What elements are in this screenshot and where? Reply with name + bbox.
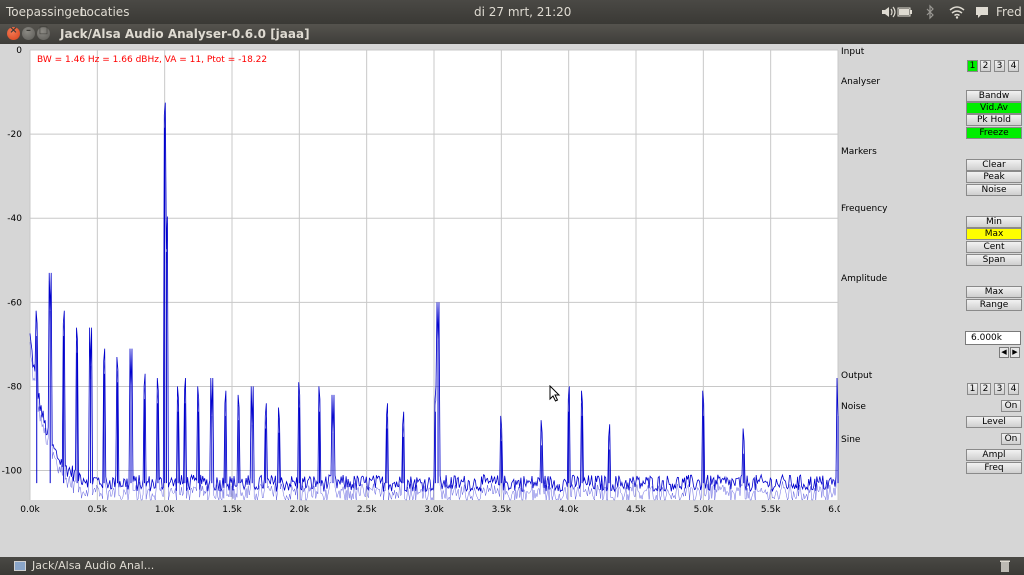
- input-channel-2[interactable]: 2: [980, 60, 991, 72]
- close-icon: ×: [9, 25, 18, 36]
- taskbar-item-label: Jack/Alsa Audio Anal...: [32, 559, 155, 572]
- spectrum-plot[interactable]: 0 -20 -40 -60 -80 -100 0.0k 0.5k 1.0k 1.5k 2.0k 2.…: [0, 44, 840, 557]
- markers-peak-button[interactable]: Peak: [966, 171, 1022, 183]
- x-tick-label: 6.0k: [828, 505, 840, 515]
- arrow-left-icon: ◀: [1001, 348, 1007, 356]
- maximize-window-button[interactable]: □: [37, 25, 50, 40]
- trash-icon[interactable]: [998, 559, 1012, 573]
- arrow-right-icon: ▶: [1012, 348, 1018, 356]
- section-noise: Noise: [841, 402, 866, 412]
- output-channel-1[interactable]: 1: [967, 383, 978, 395]
- section-sine: Sine: [841, 435, 861, 445]
- clock[interactable]: di 27 mrt, 21:20: [474, 5, 571, 19]
- x-tick-label: 1.5k: [222, 505, 242, 515]
- mouse-pointer-icon: [549, 385, 561, 402]
- window-title: Jack/Alsa Audio Analyser-0.6.0 [jaaa]: [60, 27, 310, 41]
- window-titlebar[interactable]: × – □ Jack/Alsa Audio Analyser-0.6.0 [ja…: [0, 24, 1024, 44]
- section-analyser: Analyser: [841, 77, 881, 87]
- peak-hold-button[interactable]: Pk Hold: [966, 114, 1022, 126]
- y-axis-ticks: 0 -20 -40 -60 -80 -100: [2, 46, 23, 477]
- frequency-span-button[interactable]: Span: [966, 254, 1022, 266]
- video-average-button[interactable]: Vid.Av: [966, 102, 1022, 114]
- section-markers: Markers: [841, 147, 877, 157]
- value-input[interactable]: 6.000k: [965, 331, 1021, 345]
- increase-arrow-button[interactable]: ▶: [1010, 347, 1020, 358]
- taskbar: Jack/Alsa Audio Anal...: [0, 557, 1024, 575]
- close-window-button[interactable]: ×: [7, 25, 20, 40]
- user-name[interactable]: Fred: [996, 5, 1022, 19]
- x-tick-label: 3.5k: [492, 505, 512, 515]
- output-channel-4[interactable]: 4: [1008, 383, 1019, 395]
- menu-applications[interactable]: Toepassingen: [6, 5, 87, 19]
- section-input: Input: [841, 47, 865, 57]
- frequency-min-button[interactable]: Min: [966, 216, 1022, 228]
- amplitude-max-button[interactable]: Max: [966, 286, 1022, 298]
- input-channel-1[interactable]: 1: [967, 60, 978, 72]
- measurement-info: BW = 1.46 Hz = 1.66 dBHz, VA = 11, Ptot …: [37, 55, 267, 65]
- y-tick-label: 0: [16, 46, 22, 56]
- minimize-window-button[interactable]: –: [22, 25, 35, 40]
- amplitude-range-button[interactable]: Range: [966, 299, 1022, 311]
- y-tick-label: -80: [7, 382, 22, 392]
- x-tick-label: 5.0k: [694, 505, 714, 515]
- volume-icon[interactable]: [880, 4, 896, 20]
- x-tick-label: 0.0k: [20, 505, 40, 515]
- x-axis-ticks: 0.0k 0.5k 1.0k 1.5k 2.0k 2.5k 3.0k 3.5k 4.0k 4.5k…: [20, 505, 840, 515]
- bluetooth-icon[interactable]: [922, 4, 938, 20]
- window-icon: [14, 561, 26, 571]
- x-tick-label: 4.5k: [626, 505, 646, 515]
- battery-icon[interactable]: [897, 4, 913, 20]
- x-tick-label: 2.5k: [357, 505, 377, 515]
- y-tick-label: -60: [7, 298, 22, 308]
- sine-amplitude-button[interactable]: Ampl: [966, 449, 1022, 461]
- wifi-icon[interactable]: [949, 4, 965, 20]
- chat-bubble-icon[interactable]: [974, 4, 990, 20]
- decrease-arrow-button[interactable]: ◀: [999, 347, 1009, 358]
- markers-clear-button[interactable]: Clear: [966, 159, 1022, 171]
- top-panel: Toepassingen Locaties di 27 mrt, 21:20 F…: [0, 0, 1024, 24]
- x-tick-label: 3.0k: [424, 505, 444, 515]
- y-tick-label: -40: [7, 214, 22, 224]
- x-tick-label: 2.0k: [290, 505, 310, 515]
- noise-on-toggle[interactable]: On: [1001, 400, 1021, 412]
- freeze-button[interactable]: Freeze: [966, 127, 1022, 139]
- output-channel-3[interactable]: 3: [994, 383, 1005, 395]
- frequency-max-button[interactable]: Max: [966, 228, 1022, 240]
- x-tick-label: 1.0k: [155, 505, 175, 515]
- bandwidth-button[interactable]: Bandw: [966, 90, 1022, 102]
- maximize-icon: □: [38, 25, 49, 36]
- input-channel-3[interactable]: 3: [994, 60, 1005, 72]
- section-frequency: Frequency: [841, 204, 888, 214]
- menu-places[interactable]: Locaties: [80, 5, 129, 19]
- frequency-center-button[interactable]: Cent: [966, 241, 1022, 253]
- x-tick-label: 0.5k: [88, 505, 108, 515]
- section-amplitude: Amplitude: [841, 274, 888, 284]
- minimize-icon: –: [26, 25, 31, 36]
- noise-level-button[interactable]: Level: [966, 416, 1022, 428]
- markers-noise-button[interactable]: Noise: [966, 184, 1022, 196]
- section-output: Output: [841, 371, 873, 381]
- input-channel-4[interactable]: 4: [1008, 60, 1019, 72]
- sine-on-toggle[interactable]: On: [1001, 433, 1021, 445]
- y-tick-label: -20: [7, 130, 22, 140]
- sine-frequency-button[interactable]: Freq: [966, 462, 1022, 474]
- x-tick-label: 5.5k: [761, 505, 781, 515]
- x-tick-label: 4.0k: [559, 505, 579, 515]
- y-tick-label: -100: [2, 467, 23, 477]
- output-channel-2[interactable]: 2: [980, 383, 991, 395]
- app-area: 0 -20 -40 -60 -80 -100 0.0k 0.5k 1.0k 1.5k 2.0k 2.…: [0, 44, 1024, 557]
